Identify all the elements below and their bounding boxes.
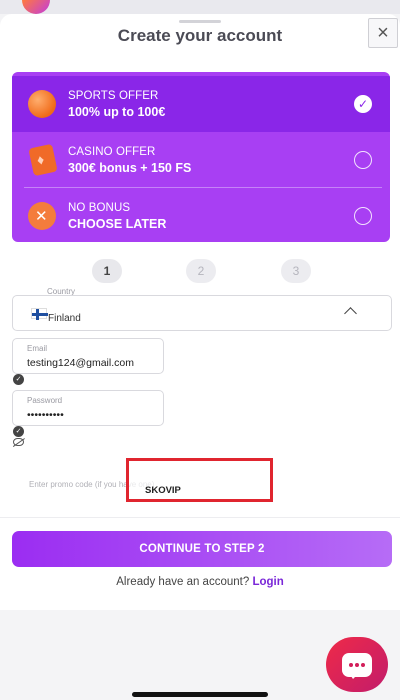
divider [0,517,400,518]
login-link[interactable]: Login [252,576,283,588]
password-label: Password [27,396,63,405]
status-strip [0,0,400,14]
offer-label: NO BONUS [68,201,131,214]
promo-code-input[interactable]: SKOVIP [126,458,273,502]
bonus-offer-panel: SPORTS OFFER 100% up to 100€ ✓ CASINO OF… [12,72,390,242]
basketball-icon [28,90,56,118]
offer-value: CHOOSE LATER [68,216,167,231]
password-valid-check-icon: ✓ [13,426,24,437]
home-indicator[interactable] [132,692,268,697]
offer-value: 300€ bonus + 150 FS [68,160,192,175]
password-field[interactable]: Password •••••••••• [12,390,164,426]
country-value: Finland [48,313,81,324]
offer-option-no-bonus[interactable]: NO BONUS CHOOSE LATER [12,188,390,242]
login-prompt-text: Already have an account? [116,576,250,588]
step-2: 2 [186,259,216,283]
offer-option-sports[interactable]: SPORTS OFFER 100% up to 100€ ✓ [12,76,390,132]
offer-radio[interactable] [354,207,372,225]
step-1: 1 [92,259,122,283]
password-value: •••••••••• [27,409,64,421]
offer-value: 100% up to 100€ [68,104,166,119]
checkmark-icon: ✓ [357,97,369,111]
email-field[interactable]: Email testing124@gmail.com [12,338,164,374]
offer-label: SPORTS OFFER [68,89,159,102]
page-title: Create your account [117,26,283,45]
email-label: Email [27,344,48,353]
email-value: testing124@gmail.com [27,357,134,369]
promo-code-value: SKOVIP [145,485,181,496]
sheet-grab-handle[interactable] [179,20,221,23]
chevron-up-icon [344,307,357,320]
offer-radio[interactable] [354,151,372,169]
finland-flag-icon [31,308,48,320]
login-prompt: Already have an account? Login [0,576,400,588]
chat-icon [342,652,372,679]
country-select[interactable]: Finland [12,295,392,331]
step-indicator: 1 2 3 [0,259,400,283]
playing-card-icon [28,143,58,177]
offer-option-casino[interactable]: CASINO OFFER 300€ bonus + 150 FS [12,132,390,188]
chat-button[interactable] [326,637,388,692]
email-valid-check-icon: ✓ [13,374,24,385]
offer-radio-checked[interactable]: ✓ [354,95,372,113]
hide-password-icon[interactable] [13,438,24,446]
no-bonus-icon [28,202,56,230]
offer-label: CASINO OFFER [68,145,156,158]
step-3: 3 [281,259,311,283]
continue-button[interactable]: CONTINUE TO STEP 2 [12,531,392,567]
app-logo [22,0,50,14]
